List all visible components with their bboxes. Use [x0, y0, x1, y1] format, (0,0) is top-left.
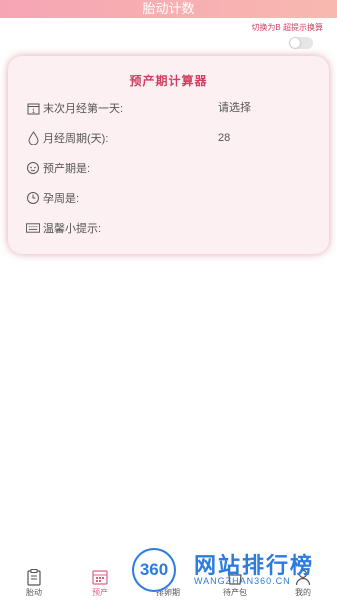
tab-label: 胎动: [26, 588, 42, 597]
clipboard-icon: [25, 568, 43, 586]
last-period-select[interactable]: 请选择: [218, 100, 251, 116]
watermark-badge: 360: [132, 548, 176, 592]
baby-face-icon: [26, 161, 40, 175]
watermark: 360 网站排行榜 WANGZHAN360.CN: [124, 548, 334, 598]
keyboard-icon: [26, 221, 40, 235]
row-last-period[interactable]: 1 末次月经第一天:: [26, 100, 123, 116]
toggle-knob: [290, 38, 300, 48]
card-title: 预产期计算器: [129, 74, 208, 88]
row-label: 温馨小提示:: [43, 223, 102, 235]
row-label: 末次月经第一天:: [43, 103, 124, 115]
b-ultrasound-toggle[interactable]: [289, 37, 313, 49]
row-gestation-week: 孕周是:: [26, 190, 79, 206]
tab-due-date[interactable]: 预产: [75, 568, 125, 598]
row-label: 月经周期(天):: [43, 133, 109, 145]
due-date-calculator-card: 预产期计算器 1 末次月经第一天: 请选择 月经周期(天): 28 预产期是: …: [8, 56, 329, 254]
row-tips: 温馨小提示:: [26, 220, 101, 236]
row-due-date: 预产期是:: [26, 160, 90, 176]
row-label: 预产期是:: [43, 163, 91, 175]
tab-fetal-movement[interactable]: 胎动: [9, 568, 59, 598]
calendar-icon: [91, 568, 109, 586]
drop-icon: [26, 131, 40, 145]
tab-label: 预产: [92, 588, 108, 597]
header-bar: 胎动计数: [0, 0, 337, 18]
b-ultrasound-toggle-row: 切换为B 超提示换算: [251, 22, 323, 54]
clock-icon: [26, 191, 40, 205]
row-label: 孕周是:: [43, 193, 80, 205]
watermark-subtext: WANGZHAN360.CN: [194, 576, 291, 586]
page-title: 胎动计数: [142, 1, 195, 16]
calendar-icon: 1: [26, 101, 40, 115]
row-cycle-length[interactable]: 月经周期(天):: [26, 130, 108, 146]
toggle-label: 切换为B 超提示换算: [251, 23, 323, 32]
cycle-length-value[interactable]: 28: [218, 130, 230, 146]
